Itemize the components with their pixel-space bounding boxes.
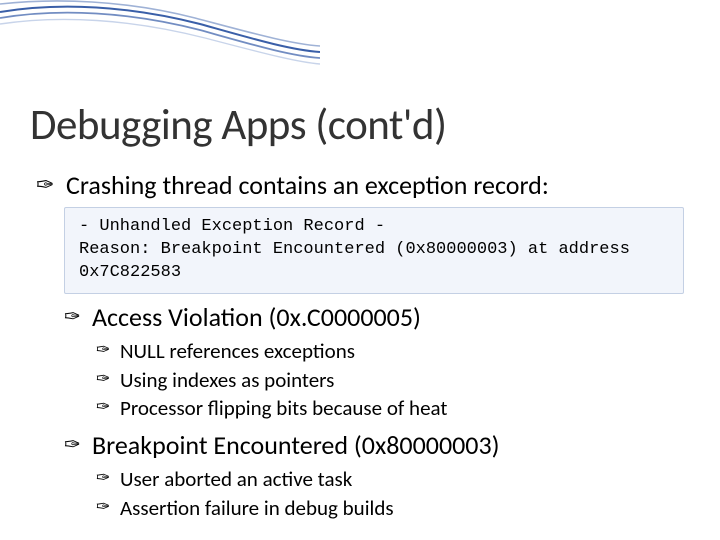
bullet-icon: ✑ <box>96 337 120 358</box>
bullet-item: ✑ Using indexes as pointers <box>96 366 686 394</box>
bullet-item: ✑ User aborted an active task <box>96 465 686 493</box>
bullet-icon: ✑ <box>64 302 92 327</box>
bullet-icon: ✑ <box>96 394 120 415</box>
bullet-item: ✑ Assertion failure in debug builds <box>96 494 686 522</box>
bullet-text: Crashing thread contains an exception re… <box>66 170 549 201</box>
slide: Debugging Apps (cont'd) ✑ Crashing threa… <box>0 0 720 540</box>
bullet-text: Processor flipping bits because of heat <box>120 394 447 422</box>
bullet-text: Assertion failure in debug builds <box>120 494 394 522</box>
bullet-item: ✑ Crashing thread contains an exception … <box>36 170 686 201</box>
bullet-item: ✑ Access Violation (0x.C0000005) <box>64 302 686 333</box>
bullet-icon: ✑ <box>96 494 120 515</box>
bullet-text: Using indexes as pointers <box>120 366 334 394</box>
bullet-text: Access Violation (0x.C0000005) <box>92 302 421 333</box>
slide-title: Debugging Apps (cont'd) <box>30 98 446 151</box>
bullet-text: User aborted an active task <box>120 465 352 493</box>
slide-body: ✑ Crashing thread contains an exception … <box>36 170 686 522</box>
bullet-icon: ✑ <box>64 430 92 455</box>
bullet-item: ✑ Processor flipping bits because of hea… <box>96 394 686 422</box>
bullet-text: Breakpoint Encountered (0x80000003) <box>92 430 500 461</box>
code-block: - Unhandled Exception Record - Reason: B… <box>64 207 684 294</box>
bullet-icon: ✑ <box>96 366 120 387</box>
bullet-icon: ✑ <box>36 170 66 196</box>
bullet-icon: ✑ <box>96 465 120 486</box>
bullet-item: ✑ Breakpoint Encountered (0x80000003) <box>64 430 686 461</box>
decorative-lines <box>0 0 320 70</box>
bullet-item: ✑ NULL references exceptions <box>96 337 686 365</box>
bullet-text: NULL references exceptions <box>120 337 355 365</box>
